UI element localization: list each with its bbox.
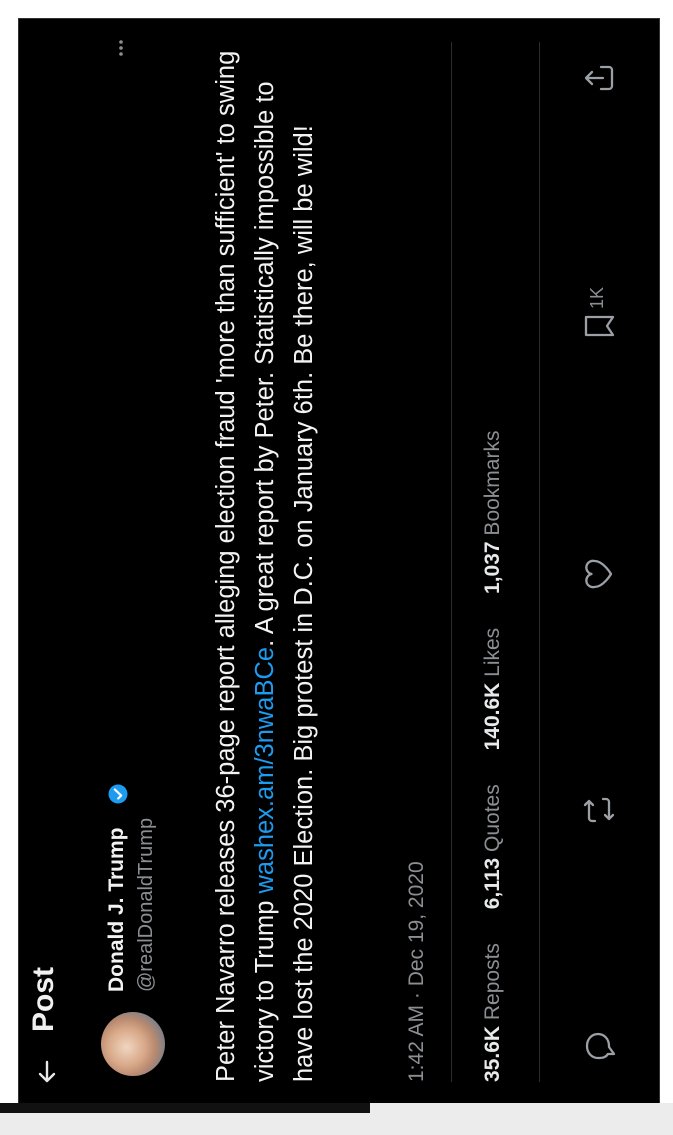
verified-badge-icon [108,784,128,804]
quotes-label: Quotes [481,784,504,852]
post-view: Post Donald J. Trump @realDonaldTrump Pe… [19,19,659,1104]
likes-label: Likes [481,627,504,677]
bookmark-count: 1K [587,286,607,309]
back-arrow-icon[interactable] [31,1056,63,1088]
quotes-count: 6,113 [481,857,504,910]
repost-icon[interactable] [579,790,619,830]
share-icon[interactable] [579,58,619,98]
author-handle[interactable]: @realDonaldTrump [135,818,158,992]
likes-count: 140.6K [481,682,504,751]
bottom-edge [0,1103,673,1135]
bookmarks-label: Bookmarks [481,430,504,536]
page-title: Post [27,966,60,1032]
likes-stat[interactable]: 140.6K Likes [481,628,504,751]
post-text: Peter Navarro releases 36-page report al… [207,47,324,1082]
reply-icon[interactable] [579,1026,619,1066]
more-options-icon[interactable] [111,38,131,58]
bookmark-icon[interactable] [579,306,619,346]
reposts-count: 35.6K [481,1025,504,1082]
author-name[interactable]: Donald J. Trump [105,827,129,992]
bookmarks-stat[interactable]: 1,037 Bookmarks [481,431,504,594]
post-link[interactable]: washex.am/3nwaBCe [251,647,279,894]
reposts-stat[interactable]: 35.6K Reposts [481,943,504,1082]
avatar[interactable] [101,1012,165,1076]
quotes-stat[interactable]: 6,113 Quotes [481,784,504,909]
bottom-edge-shadow [0,1103,370,1113]
bookmarks-count: 1,037 [481,541,504,594]
phone-screen: Post Donald J. Trump @realDonaldTrump Pe… [18,18,660,1105]
engagement-stats: 35.6K Reposts 6,113 Quotes 140.6K Likes … [481,403,511,1082]
post-timestamp[interactable]: 1:42 AM · Dec 19, 2020 [405,861,429,1082]
divider [451,42,452,1082]
heart-icon[interactable] [579,554,619,594]
divider [539,42,540,1082]
reposts-label: Reposts [481,943,504,1021]
screenshot-frame: Post Donald J. Trump @realDonaldTrump Pe… [0,0,673,1135]
